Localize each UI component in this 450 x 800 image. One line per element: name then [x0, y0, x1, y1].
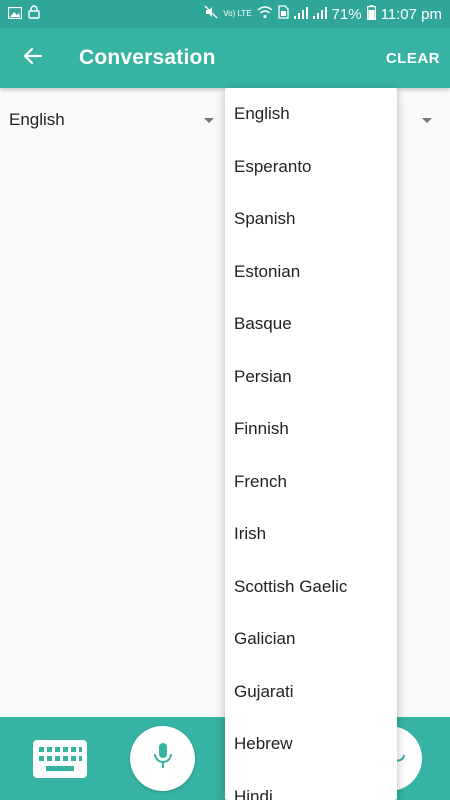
- dropdown-item[interactable]: Esperanto: [225, 141, 397, 194]
- dropdown-item[interactable]: Hindi: [225, 771, 397, 800]
- clear-button[interactable]: CLEAR: [386, 42, 440, 75]
- dropdown-item[interactable]: French: [225, 456, 397, 509]
- dropdown-item[interactable]: Estonian: [225, 246, 397, 299]
- dropdown-caret-icon: [204, 117, 214, 123]
- dropdown-caret-icon: [422, 117, 432, 123]
- lock-notification-icon: [28, 5, 40, 23]
- dropdown-item[interactable]: Irish: [225, 508, 397, 561]
- dropdown-item[interactable]: Spanish: [225, 193, 397, 246]
- language-dropdown-menu[interactable]: English Esperanto Spanish Estonian Basque Per…: [225, 88, 397, 800]
- dropdown-item[interactable]: Galician: [225, 613, 397, 666]
- microphone-icon: [152, 741, 174, 776]
- dropdown-item[interactable]: Persian: [225, 351, 397, 404]
- battery-percent: 71%: [331, 5, 362, 23]
- dropdown-item[interactable]: Finnish: [225, 403, 397, 456]
- back-button[interactable]: [18, 43, 48, 73]
- status-left-icons: [7, 5, 40, 23]
- app-bar: Conversation CLEAR: [0, 28, 450, 88]
- dropdown-item[interactable]: English: [225, 88, 397, 141]
- dropdown-item[interactable]: Scottish Gaelic: [225, 561, 397, 614]
- signal-2-icon: [312, 6, 327, 23]
- source-language-select[interactable]: English: [9, 100, 214, 140]
- dropdown-item[interactable]: Basque: [225, 298, 397, 351]
- dropdown-item[interactable]: Gujarati: [225, 666, 397, 719]
- status-bar: Vo) LTE 71% 11:07 pm: [0, 0, 450, 28]
- mute-icon: [204, 5, 218, 23]
- source-mic-button[interactable]: [130, 726, 195, 791]
- keyboard-icon: [32, 740, 88, 783]
- source-language-label: English: [9, 110, 65, 129]
- arrow-left-icon: [23, 46, 43, 71]
- signal-1-icon: [293, 6, 308, 23]
- target-language-select[interactable]: [392, 100, 432, 140]
- keyboard-button[interactable]: [32, 739, 88, 779]
- network-label: Vo) LTE: [223, 9, 252, 18]
- battery-icon: [366, 4, 376, 24]
- wifi-icon: [257, 5, 273, 23]
- clock: 11:07 pm: [380, 5, 442, 23]
- page-title: Conversation: [79, 46, 216, 69]
- status-right-icons: Vo) LTE 71% 11:07 pm: [204, 4, 442, 24]
- sim-icon: [277, 5, 289, 23]
- volte-icon: Vo) LTE: [223, 10, 251, 18]
- dropdown-item[interactable]: Hebrew: [225, 718, 397, 771]
- gallery-notification-icon: [7, 6, 23, 23]
